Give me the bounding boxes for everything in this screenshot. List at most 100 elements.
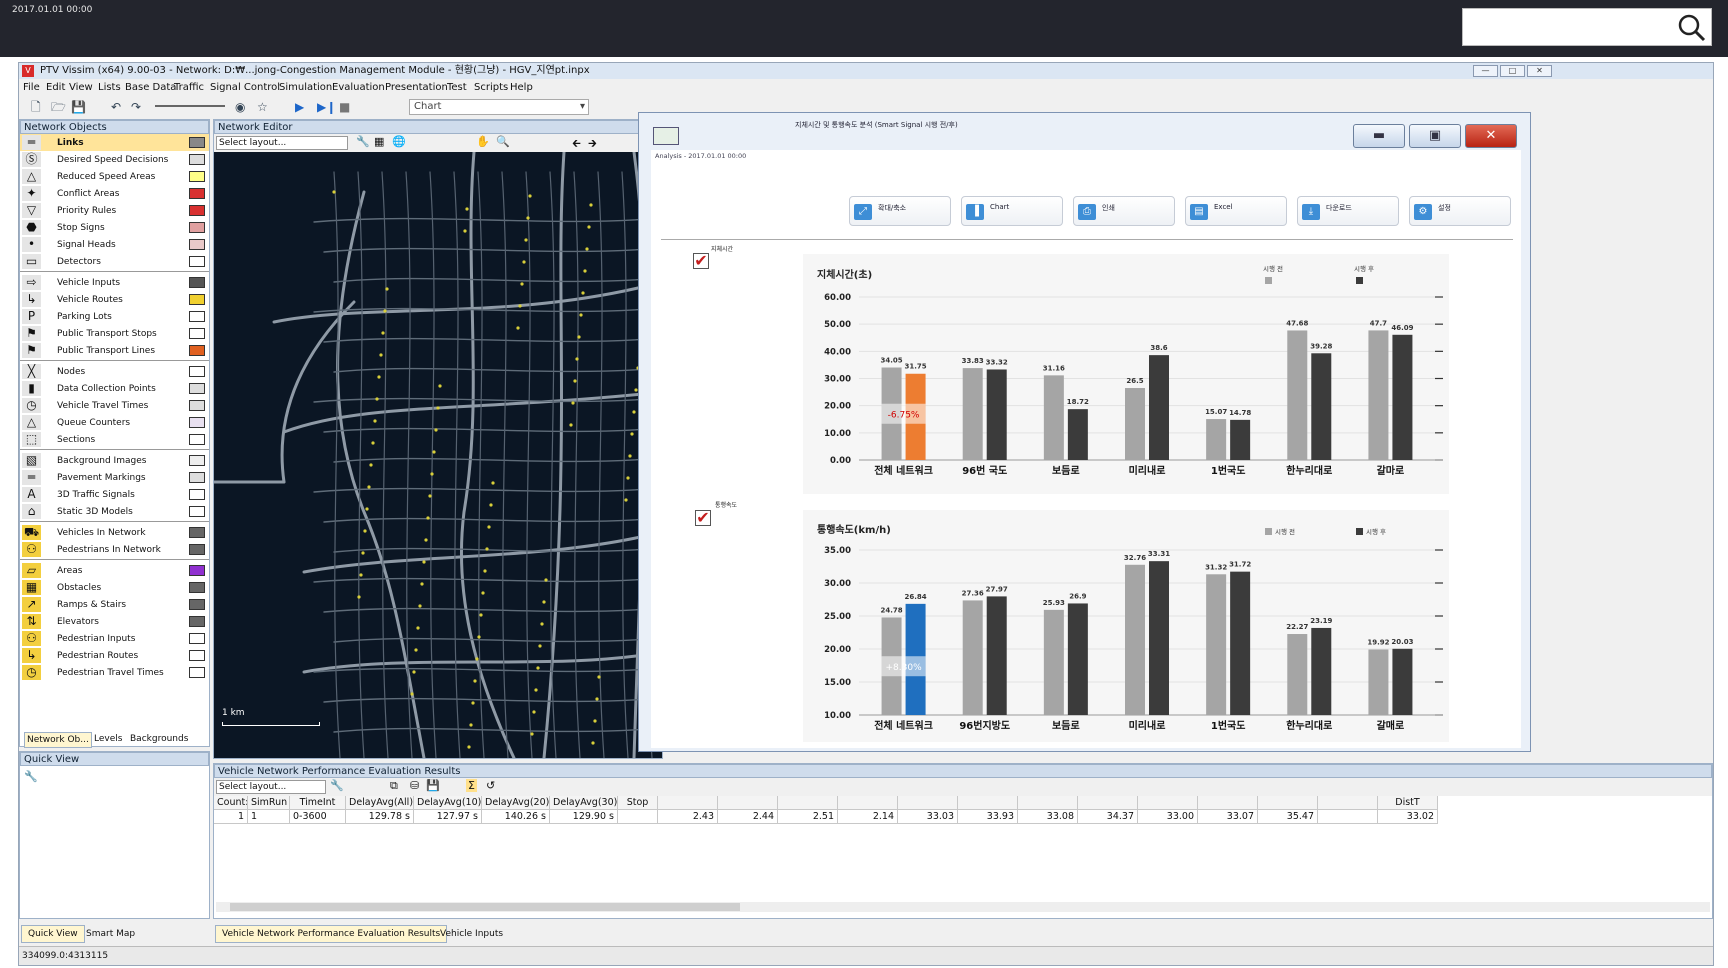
search-input[interactable] — [1462, 8, 1712, 46]
new-file-icon[interactable]: 🗋 — [31, 100, 41, 114]
undo-icon[interactable]: ↶ — [111, 100, 121, 114]
network-object-area[interactable]: ▱ Areas — [20, 562, 209, 579]
color-swatch[interactable] — [189, 667, 205, 678]
bar[interactable] — [986, 596, 1007, 715]
network-object-detector[interactable]: ▭ Detectors — [20, 253, 209, 270]
network-object-pedestrian-travel[interactable]: ◷ Pedestrian Travel Times — [20, 664, 209, 681]
bar[interactable] — [1125, 388, 1145, 460]
history-icon[interactable]: ↺ — [486, 779, 495, 792]
menu-scripts[interactable]: Scripts — [474, 80, 508, 96]
network-object-background-image[interactable]: ▧ Background Images — [20, 452, 209, 469]
color-swatch[interactable] — [189, 489, 205, 500]
bar[interactable] — [962, 600, 983, 715]
tab-backgrounds[interactable]: Backgrounds — [128, 732, 190, 746]
column-header[interactable] — [1138, 796, 1198, 810]
download-button[interactable]: ⤓ 다운로드 — [1297, 196, 1399, 226]
tab-quick-view[interactable]: Quick View — [21, 925, 85, 943]
color-swatch[interactable] — [189, 137, 205, 148]
menu-file[interactable]: File — [23, 80, 40, 96]
bar[interactable] — [1287, 330, 1308, 460]
color-swatch[interactable] — [189, 328, 205, 339]
network-object-conflict[interactable]: ✦ Conflict Areas — [20, 185, 209, 202]
column-header[interactable] — [1198, 796, 1258, 810]
menu-base-data[interactable]: Base Data — [125, 80, 176, 96]
maximize-button[interactable]: □ — [1500, 65, 1525, 77]
tab-results[interactable]: Vehicle Network Performance Evaluation R… — [215, 925, 448, 943]
bar[interactable] — [1311, 627, 1332, 715]
menu-traffic[interactable]: Traffic — [174, 80, 204, 96]
column-header[interactable] — [898, 796, 958, 810]
layout-select[interactable]: Select layout... — [216, 136, 348, 150]
color-swatch[interactable] — [189, 527, 205, 538]
color-swatch[interactable] — [189, 582, 205, 593]
color-swatch[interactable] — [189, 366, 205, 377]
menu-simulation[interactable]: Simulation — [279, 80, 332, 96]
color-swatch[interactable] — [189, 171, 205, 182]
network-object-reduced-speed[interactable]: △ Reduced Speed Areas — [20, 168, 209, 185]
network-object-speed-decision[interactable]: Ⓢ Desired Speed Decisions — [20, 151, 209, 168]
column-header[interactable] — [1078, 796, 1138, 810]
results-layout-select[interactable]: Select layout... — [216, 780, 326, 794]
bar[interactable] — [1125, 564, 1145, 715]
network-object-vehicle-input[interactable]: ⇨ Vehicle Inputs — [20, 274, 209, 291]
bar[interactable] — [1311, 353, 1332, 460]
color-swatch[interactable] — [189, 311, 205, 322]
minimize-button[interactable]: — — [1473, 65, 1498, 77]
chart-combo[interactable]: Chart ▾ — [409, 99, 589, 115]
stop-icon[interactable]: ■ — [339, 100, 350, 114]
color-swatch[interactable] — [189, 345, 205, 356]
menu-presentation[interactable]: Presentation — [385, 80, 448, 96]
tab-vehicle-inputs[interactable]: Vehicle Inputs — [433, 925, 510, 943]
color-swatch[interactable] — [189, 544, 205, 555]
column-header[interactable] — [658, 796, 718, 810]
column-header[interactable]: DelayAvg(All) — [346, 796, 414, 810]
bar[interactable] — [986, 369, 1007, 460]
color-swatch[interactable] — [189, 277, 205, 288]
column-header[interactable] — [1318, 796, 1378, 810]
menu-view[interactable]: View — [69, 80, 93, 96]
bar[interactable] — [1392, 334, 1413, 460]
network-object-obstacle[interactable]: ▦ Obstacles — [20, 579, 209, 596]
column-header[interactable]: DelayAvg(10) — [414, 796, 482, 810]
menu-help[interactable]: Help — [510, 80, 533, 96]
network-object-queue-counter[interactable]: △ Queue Counters — [20, 414, 209, 431]
color-swatch[interactable] — [189, 472, 205, 483]
bar[interactable] — [1043, 375, 1064, 460]
speed-checkbox[interactable]: ✔ — [695, 510, 711, 526]
dialog-maximize-button[interactable]: ▣ — [1409, 124, 1461, 148]
network-object-vehicle[interactable]: ⛟ Vehicles In Network — [20, 524, 209, 541]
network-object-data-point[interactable]: ▮ Data Collection Points — [20, 380, 209, 397]
globe-icon[interactable]: 🌐 — [392, 135, 406, 148]
wrench-icon[interactable]: 🔧 — [330, 779, 344, 792]
record-icon[interactable]: ◉ — [235, 100, 245, 114]
database-icon[interactable]: ⛁ — [410, 779, 419, 792]
network-object-pedestrian[interactable]: ⚇ Pedestrians In Network — [20, 541, 209, 558]
excel-button[interactable]: ▤ Excel — [1185, 196, 1287, 226]
menu-lists[interactable]: Lists — [98, 80, 121, 96]
sum-icon[interactable]: Σ — [466, 779, 477, 792]
redo-icon[interactable]: ↷ — [131, 100, 141, 114]
color-swatch[interactable] — [189, 400, 205, 411]
bar[interactable] — [1206, 419, 1227, 460]
network-object-elevator[interactable]: ⇅ Elevators — [20, 613, 209, 630]
column-header[interactable]: DelayAvg(20) — [482, 796, 550, 810]
column-header[interactable]: Count: — [214, 796, 248, 810]
grid-icon[interactable]: ▦ — [374, 135, 384, 148]
network-object-node[interactable]: ╳ Nodes — [20, 363, 209, 380]
save-icon[interactable]: 💾 — [71, 100, 86, 114]
column-header[interactable] — [838, 796, 898, 810]
color-swatch[interactable] — [189, 188, 205, 199]
network-object-vehicle-route[interactable]: ↳ Vehicle Routes — [20, 291, 209, 308]
network-object-ramp[interactable]: ↗ Ramps & Stairs — [20, 596, 209, 613]
bar[interactable] — [1392, 648, 1413, 715]
network-object-static-model[interactable]: ⌂ Static 3D Models — [20, 503, 209, 520]
scrollbar-thumb[interactable] — [230, 903, 740, 911]
copy-icon[interactable]: ⧉ — [390, 779, 398, 793]
tab-smart-map[interactable]: Smart Map — [79, 925, 142, 943]
speed-slider[interactable] — [155, 105, 225, 107]
bar[interactable] — [1043, 609, 1064, 715]
menu-signal-control[interactable]: Signal Control — [210, 80, 280, 96]
color-swatch[interactable] — [189, 434, 205, 445]
save-icon[interactable]: 💾 — [426, 779, 440, 792]
color-swatch[interactable] — [189, 417, 205, 428]
